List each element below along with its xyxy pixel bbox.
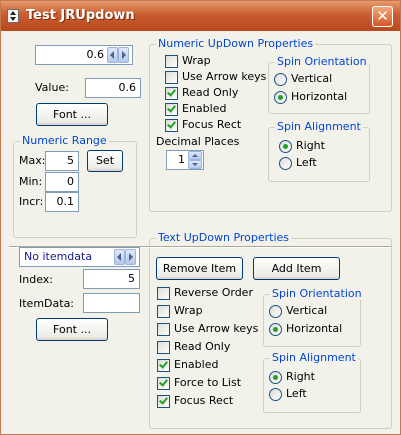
arrow-left-icon: [110, 51, 114, 59]
spin-down-button[interactable]: [188, 160, 202, 169]
checkbox-box: [157, 377, 170, 390]
numeric-alignment-title: Spin Alignment: [275, 120, 363, 133]
decimal-places-value: 1: [178, 153, 185, 166]
text-updown-value: No itemdata: [24, 250, 93, 263]
index-field[interactable]: 5: [83, 269, 140, 289]
remove-item-button[interactable]: Remove Item: [156, 257, 243, 280]
radio-dot: [269, 305, 282, 318]
radio-label: Vertical: [291, 72, 333, 85]
numeric-font-button[interactable]: Font ...: [36, 103, 108, 126]
text-properties-group: Text UpDown Properties Remove Item Add I…: [149, 231, 392, 429]
decimal-spin-buttons: [188, 151, 202, 169]
numeric-orientation-title: Spin Orientation: [275, 55, 369, 68]
text-alignment-group: Spin Alignment Right Left: [263, 351, 361, 413]
radio-dot: [274, 73, 287, 86]
text-spin-buttons: [114, 249, 136, 265]
spin-left-button[interactable]: [107, 47, 118, 63]
checkbox-box: [165, 119, 178, 132]
arrow-down-icon: [192, 163, 198, 166]
arrow-right-icon: [122, 51, 126, 59]
radio-dot: [269, 323, 282, 336]
dialog-client: 0.6 Value: 0.6 Font ... Numeric Range Ma…: [4, 31, 397, 431]
max-label: Max:: [19, 154, 46, 167]
checkbox-box: [165, 87, 178, 100]
add-item-button[interactable]: Add Item: [253, 257, 340, 280]
titlebar[interactable]: Test JRUpdown ✕: [1, 1, 400, 31]
checkbox-label: Read Only: [182, 86, 239, 99]
checkbox-box: [157, 323, 170, 336]
checkbox-label: Read Only: [174, 340, 231, 353]
incr-field[interactable]: 0.1: [45, 192, 79, 212]
checkbox-box: [165, 71, 178, 84]
spin-left-button[interactable]: [114, 249, 125, 265]
radio-label: Right: [296, 139, 325, 152]
dialog-window: Test JRUpdown ✕ 0.6 Value: 0.6 Font ... …: [0, 0, 401, 435]
arrow-left-icon: [117, 253, 121, 261]
text-orientation-group: Spin Orientation Vertical Horizontal: [263, 287, 364, 347]
value-label: Value:: [35, 81, 69, 94]
radio-label: Right: [286, 370, 315, 383]
window-title: Test JRUpdown: [26, 8, 135, 23]
incr-label: Incr:: [19, 195, 44, 208]
checkbox-box: [165, 103, 178, 116]
checkbox-label: Force to List: [174, 376, 242, 389]
spin-up-button[interactable]: [188, 151, 202, 160]
numeric-range-group: Numeric Range Max: 5 Set Min: 0 Incr: 0.…: [13, 134, 137, 238]
checkbox-label: Enabled: [182, 102, 227, 115]
numeric-range-title: Numeric Range: [20, 134, 109, 147]
checkbox-label: Reverse Order: [174, 286, 253, 299]
decimal-places-updown[interactable]: 1: [166, 150, 204, 170]
checkbox-label: Wrap: [182, 54, 211, 67]
text-updown[interactable]: No itemdata: [19, 247, 140, 267]
index-label: Index:: [19, 273, 53, 286]
radio-label: Horizontal: [291, 90, 348, 103]
checkbox-label: Enabled: [174, 358, 219, 371]
checkbox-box: [157, 395, 170, 408]
radio-label: Horizontal: [286, 322, 343, 335]
arrow-right-icon: [129, 253, 133, 261]
checkbox-box: [165, 55, 178, 68]
checkbox-label: Use Arrow keys: [182, 70, 267, 83]
numeric-updown[interactable]: 0.6: [35, 45, 133, 65]
numeric-properties-group: Numeric UpDown Properties Wrap Use Arrow…: [149, 37, 392, 212]
set-range-button[interactable]: Set: [87, 150, 123, 172]
radio-label: Vertical: [286, 304, 328, 317]
numeric-spin-buttons: [107, 47, 129, 63]
spin-right-button[interactable]: [118, 47, 129, 63]
arrow-up-icon: [192, 154, 198, 157]
radio-dot: [269, 388, 282, 401]
max-field[interactable]: 5: [45, 151, 79, 171]
min-field[interactable]: 0: [45, 172, 79, 192]
checkbox-box: [157, 341, 170, 354]
checkbox-box: [157, 359, 170, 372]
itemdata-field[interactable]: [83, 293, 140, 313]
checkbox-label: Wrap: [174, 304, 203, 317]
updown-app-icon[interactable]: [7, 9, 19, 23]
checkbox-label: Use Arrow keys: [174, 322, 259, 335]
min-label: Min:: [19, 175, 43, 188]
checkbox-label: Focus Rect: [174, 394, 234, 407]
numeric-alignment-group: Spin Alignment Right Left: [268, 120, 370, 182]
radio-dot: [269, 371, 282, 384]
itemdata-label: ItemData:: [19, 297, 75, 310]
close-button[interactable]: ✕: [372, 6, 393, 27]
text-orientation-title: Spin Orientation: [270, 287, 364, 300]
radio-dot: [279, 157, 292, 170]
checkbox-box: [157, 287, 170, 300]
numeric-orientation-group: Spin Orientation Vertical Horizontal: [268, 55, 370, 114]
text-alignment-title: Spin Alignment: [270, 351, 358, 364]
decimal-places-label: Decimal Places: [156, 135, 240, 148]
radio-label: Left: [286, 387, 307, 400]
text-font-button[interactable]: Font ...: [36, 318, 108, 341]
spin-right-button[interactable]: [125, 249, 136, 265]
checkbox-label: Focus Rect: [182, 118, 242, 131]
radio-dot: [279, 140, 292, 153]
value-field[interactable]: 0.6: [85, 78, 141, 98]
numeric-properties-title: Numeric UpDown Properties: [156, 37, 316, 50]
radio-dot: [274, 91, 287, 104]
checkbox-box: [157, 305, 170, 318]
radio-label: Left: [296, 156, 317, 169]
numeric-updown-value: 0.6: [86, 48, 105, 61]
text-properties-title: Text UpDown Properties: [156, 231, 292, 244]
